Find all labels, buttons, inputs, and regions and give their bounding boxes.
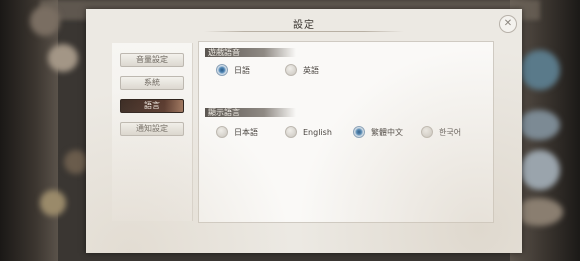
background-panel-2: [520, 150, 560, 190]
display-language-title: 顯示語言: [205, 108, 296, 117]
option-label: 繁體中文: [371, 127, 403, 137]
sidebar-item-language[interactable]: 語言: [120, 99, 184, 113]
voice-option-japanese[interactable]: 日語: [216, 64, 250, 76]
background-coin: [40, 190, 66, 216]
option-label: English: [303, 127, 332, 137]
display-option-english[interactable]: English: [285, 126, 332, 138]
dialog-title: 設定: [293, 20, 315, 31]
radio-icon[interactable]: [285, 64, 297, 76]
background-avatar: [30, 6, 60, 36]
background-button: [515, 198, 563, 226]
background-banner: [520, 50, 560, 90]
sidebar-item-volume[interactable]: 音量設定: [120, 53, 184, 67]
option-label: 日語: [234, 65, 250, 75]
radio-icon[interactable]: [421, 126, 433, 138]
voice-option-english[interactable]: 英語: [285, 64, 319, 76]
settings-dialog: 設定 ✕ 音量設定 系統 語言 通知設定 遊戲語音 日語 英語 顯示語言 日本語…: [86, 9, 522, 253]
display-option-japanese[interactable]: 日本語: [216, 126, 258, 138]
language-panel: 遊戲語音 日語 英語 顯示語言 日本語 English 繁體中文 한국어: [198, 41, 494, 223]
background-card: [48, 44, 78, 72]
close-icon[interactable]: ✕: [499, 15, 517, 33]
background-left: [0, 0, 58, 261]
background-panel: [518, 110, 560, 140]
radio-icon[interactable]: [285, 126, 297, 138]
title-divider: [204, 31, 404, 32]
option-label: 英語: [303, 65, 319, 75]
voice-language-title: 遊戲語音: [205, 48, 296, 57]
background-character: [64, 150, 88, 174]
display-option-traditional-chinese[interactable]: 繁體中文: [353, 126, 403, 138]
option-label: 日本語: [234, 127, 258, 137]
sidebar-item-notifications[interactable]: 通知設定: [120, 122, 184, 136]
sidebar-item-system[interactable]: 系統: [120, 76, 184, 90]
settings-sidebar: 音量設定 系統 語言 通知設定: [112, 43, 193, 221]
radio-icon[interactable]: [353, 126, 365, 138]
display-option-korean[interactable]: 한국어: [421, 126, 461, 138]
radio-icon[interactable]: [216, 126, 228, 138]
radio-icon[interactable]: [216, 64, 228, 76]
option-label: 한국어: [439, 127, 462, 137]
